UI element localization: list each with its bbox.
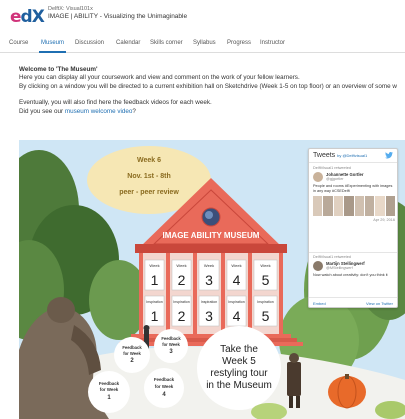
intro-line-4-prefix: Did you see our: [19, 107, 65, 115]
inspiration-window-4[interactable]: Inspiration 4: [226, 295, 247, 327]
inspiration-window-2-number: 2: [178, 308, 186, 324]
feedback-week-4[interactable]: Feedback for Week 4: [144, 368, 184, 408]
course-nav: Course Museum Discussion Calendar Skills…: [0, 37, 405, 53]
tweets-title: Tweets: [313, 152, 336, 159]
tweet-2-retweet-label: DelftVisual1 retweeted: [313, 255, 351, 259]
callout-line-2: Week 5: [222, 356, 256, 367]
tab-course[interactable]: Course: [9, 40, 28, 46]
edx-logo[interactable]: edX: [10, 7, 45, 27]
feedback-week-2[interactable]: Feedback for Week 2: [114, 337, 150, 373]
museum-title: IMAGE ABILITY MUSEUM: [163, 231, 260, 240]
inspiration-window-4-number: 4: [233, 308, 241, 324]
callout-line-1: Take the: [220, 344, 258, 355]
tab-calendar[interactable]: Calendar: [116, 40, 140, 46]
week-window-3[interactable]: Week 3: [198, 259, 220, 291]
inspiration-window-5-caption: Inspiration: [257, 300, 274, 304]
intro-line-3: Eventually, you will also find here the …: [19, 99, 212, 107]
course-meta: DelftX: Visual101x IMAGE | ABILITY - Vis…: [48, 6, 187, 20]
week-window-2-number: 2: [178, 272, 186, 288]
course-name: IMAGE | ABILITY - Visualizing the Unimag…: [48, 13, 188, 20]
tweet-2[interactable]: DelftVisual1 retweeted Martijn Stellingw…: [313, 255, 395, 278]
logo-letters-dx: dX: [20, 7, 45, 27]
tweet-2-avatar: [313, 261, 323, 271]
feedback-week-1-line2: for Week: [100, 387, 119, 392]
tweets-by[interactable]: by @Delftvisual1: [337, 153, 367, 158]
restyling-tour-callout[interactable]: Take the Week 5 restyling tour in the Mu…: [197, 326, 281, 410]
feedback-week-3[interactable]: Feedback for Week 3: [154, 329, 188, 363]
week-window-5[interactable]: Week 5: [253, 259, 278, 291]
callout-line-3: restyling tour: [210, 368, 268, 379]
intro-line-1: Here you can display all your coursework…: [19, 74, 300, 82]
week-window-3-caption: Week: [204, 263, 214, 268]
dates-label: Nov. 1st - 8th: [127, 173, 170, 180]
course-header: edX DelftX: Visual101x IMAGE | ABILITY -…: [0, 0, 405, 30]
week-window-4-caption: Week: [231, 263, 241, 268]
week-window-4[interactable]: Week 4: [226, 259, 247, 291]
museum-cornice: [135, 244, 287, 253]
activity-label: peer - peer review: [119, 189, 179, 196]
week-window-5-number: 5: [262, 272, 270, 288]
museum-intro: Welcome to 'The Museum' Here you can dis…: [19, 66, 405, 116]
tweet-1-text: People and rooms #Experimenting with ima…: [313, 184, 393, 193]
feedback-week-2-line2: for Week: [123, 351, 141, 356]
inspiration-window-2[interactable]: Inspiration 2: [171, 295, 192, 327]
tweet-1-avatar: [313, 172, 323, 182]
tab-skills-corner[interactable]: Skills corner: [150, 40, 183, 46]
inspiration-window-5[interactable]: Inspiration 5: [253, 295, 278, 327]
tweet-1-handle: @gjgortler: [326, 177, 344, 181]
intro-line-4-suffix: ?: [132, 107, 136, 115]
intro-line-4: Did you see our museum welcome video?: [19, 108, 405, 116]
intro-line-2: By clicking on a window you will be dire…: [19, 82, 397, 90]
museum-welcome-video-link[interactable]: museum welcome video: [65, 108, 133, 115]
feedback-week-2-line1: Feedback: [122, 345, 142, 350]
feedback-week-1[interactable]: Feedback for Week 1: [88, 371, 130, 413]
inspiration-window-1-caption: Inspiration: [146, 300, 163, 304]
inspiration-window-1[interactable]: Inspiration 1: [144, 295, 165, 327]
week-window-2[interactable]: Week 2: [171, 259, 192, 291]
week-label: Week 6: [137, 157, 161, 164]
twitter-timeline-widget[interactable]: Tweets by @Delftvisual1 DelftVisual1 ret…: [308, 148, 398, 308]
inspiration-window-3[interactable]: Inspiration 3: [198, 295, 220, 327]
tweets-header: Tweets by @Delftvisual1: [309, 149, 397, 163]
inspiration-window-3-number: 3: [205, 308, 213, 324]
week-window-5-caption: Week: [260, 263, 270, 268]
inspiration-window-5-number: 5: [262, 308, 270, 324]
tab-progress[interactable]: Progress: [227, 40, 251, 46]
week-window-1-number: 1: [151, 272, 159, 288]
course-code: DelftX: Visual101x: [48, 6, 93, 12]
tab-museum[interactable]: Museum: [38, 40, 67, 53]
tweet-1-retweet-label: DelftVisual1 retweeted: [313, 166, 351, 170]
feedback-week-4-line1: Feedback: [154, 377, 175, 382]
tab-syllabus[interactable]: Syllabus: [193, 40, 216, 46]
week-window-4-number: 4: [233, 272, 241, 288]
feedback-week-1-line1: Feedback: [99, 381, 120, 386]
tweet-1[interactable]: DelftVisual1 retweeted Johannette Gortle…: [313, 166, 395, 222]
feedback-week-4-line2: for Week: [155, 384, 174, 389]
feedback-week-3-line2: for Week: [162, 342, 180, 347]
tweets-footer: Embed View on Twitter: [309, 297, 397, 307]
tweet-2-handle: @MStellingwerf: [326, 266, 353, 270]
embed-link[interactable]: Embed: [313, 301, 326, 306]
inspiration-window-2-caption: Inspiration: [173, 300, 190, 304]
callout-line-4: in the Museum: [206, 380, 272, 391]
tab-discussion[interactable]: Discussion: [75, 40, 104, 46]
twitter-bird-icon: [385, 152, 393, 159]
inspiration-window-3-caption: Inspiration: [201, 300, 218, 304]
week-window-1[interactable]: Week 1: [144, 259, 165, 291]
logo-letter-e: e: [10, 7, 21, 27]
week-window-1-caption: Week: [149, 263, 159, 268]
inspiration-window-4-caption: Inspiration: [228, 300, 245, 304]
view-on-twitter-link[interactable]: View on Twitter: [366, 301, 393, 306]
week-window-3-number: 3: [205, 272, 213, 288]
inspiration-window-1-number: 1: [151, 308, 159, 324]
tweet-1-image-strip[interactable]: [313, 196, 395, 216]
week-window-2-caption: Week: [176, 263, 186, 268]
tab-instructor[interactable]: Instructor: [260, 40, 285, 46]
feedback-week-3-line1: Feedback: [161, 336, 181, 341]
tweet-1-date: Apr 29, 2016: [373, 218, 395, 222]
intro-heading: Welcome to 'The Museum': [19, 66, 98, 73]
tweet-2-text: Now watch about creativity: don't you th…: [313, 273, 388, 277]
